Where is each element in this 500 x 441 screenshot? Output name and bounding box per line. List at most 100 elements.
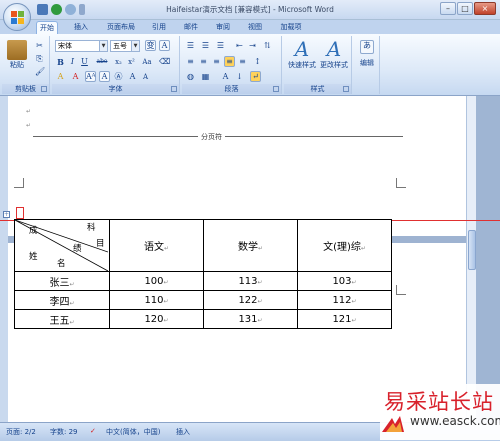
score-table[interactable]: 成 科 目 绩 姓 名 语文↵ 数学↵ 文(理)综↵ 张三↵ 100↵ 113↵… [14, 219, 392, 329]
bullets-icon[interactable]: ☰ [185, 40, 196, 51]
watermark: 易采站长站 www.easck.com [380, 384, 500, 440]
clear-format-icon[interactable]: ⌫ [158, 56, 170, 67]
score-cell[interactable]: 100↵ [109, 271, 204, 291]
header-cell[interactable]: 文(理)综↵ [297, 219, 392, 272]
chinese-layout-icon[interactable]: A [220, 71, 231, 82]
paragraph-mark: ↵ [26, 108, 32, 115]
score-cell[interactable]: 113↵ [203, 271, 298, 291]
tab-view[interactable]: 视图 [244, 21, 266, 34]
paragraph-launcher-icon[interactable] [273, 86, 279, 92]
tab-mailings[interactable]: 邮件 [180, 21, 202, 34]
font-size-combo[interactable]: 五号 ▼ [110, 40, 140, 52]
superscript-button[interactable]: x² [126, 56, 137, 67]
minimize-button[interactable]: – [440, 2, 456, 15]
page-1[interactable]: ↵ ↵ 分页符 [8, 96, 466, 236]
tab-addins[interactable]: 加载项 [276, 21, 306, 34]
close-button[interactable]: × [474, 2, 496, 15]
change-styles-icon: A [326, 37, 342, 61]
format-painter-icon[interactable]: 🖌 [34, 66, 45, 77]
shrink-font-button[interactable]: A [140, 71, 151, 82]
bold-button[interactable]: B [55, 56, 66, 67]
show-marks-icon[interactable]: ↵ [250, 71, 261, 82]
tab-page-layout[interactable]: 页面布局 [102, 21, 140, 34]
wen-icon[interactable]: 变 [145, 40, 156, 51]
multilevel-list-icon[interactable]: ☰ [215, 40, 226, 51]
editing-group: あ 编辑 [354, 36, 380, 94]
borders-icon[interactable]: ▦ [200, 71, 211, 82]
distributed-icon[interactable]: ≡ [237, 56, 248, 67]
cut-icon[interactable]: ✂ [34, 40, 45, 51]
grow-font-button[interactable]: A [127, 71, 138, 82]
italic-button[interactable]: I [67, 56, 78, 67]
tab-review[interactable]: 审阅 [212, 21, 234, 34]
clipboard-launcher-icon[interactable] [41, 86, 47, 92]
scrollbar-thumb[interactable] [468, 230, 476, 270]
table-move-handle-icon[interactable]: + [3, 211, 10, 218]
word-count[interactable]: 字数: 29 [50, 427, 78, 437]
font-name-combo[interactable]: 宋体 ▼ [55, 40, 108, 52]
chevron-down-icon[interactable]: ▼ [131, 41, 139, 51]
table-row: 张三↵ 100↵ 113↵ 103↵ [14, 271, 392, 291]
score-cell[interactable]: 131↵ [203, 309, 298, 329]
watermark-logo-icon [382, 416, 404, 432]
justify-icon[interactable]: ≡ [224, 56, 235, 67]
sort-az-icon[interactable]: ↓ [234, 71, 245, 82]
font-color-button[interactable]: A [70, 71, 81, 82]
score-cell[interactable]: 121↵ [297, 309, 392, 329]
shading-icon[interactable]: ◍ [185, 71, 196, 82]
tab-references[interactable]: 引用 [148, 21, 170, 34]
score-cell[interactable]: 110↵ [109, 290, 204, 310]
quick-styles-button[interactable]: A 快速样式 [286, 38, 318, 70]
score-cell[interactable]: 103↵ [297, 271, 392, 291]
name-cell[interactable]: 李四↵ [14, 290, 110, 310]
strikethrough-button[interactable]: abe [94, 56, 110, 67]
copy-icon[interactable]: ⎘ [34, 53, 45, 64]
edit-button[interactable]: あ 编辑 [356, 38, 378, 68]
score-cell[interactable]: 122↵ [203, 290, 298, 310]
subscript-button[interactable]: x₂ [113, 56, 124, 67]
styles-launcher-icon[interactable] [343, 86, 349, 92]
highlight-button[interactable]: A [55, 71, 66, 82]
increase-indent-icon[interactable]: ⇥ [247, 40, 258, 51]
font-name-value: 宋体 [58, 42, 72, 50]
diag-cheng: 成 [29, 226, 38, 236]
chevron-down-icon[interactable]: ▼ [99, 41, 107, 51]
language-indicator[interactable]: 中文(简体，中国) [106, 427, 160, 437]
diag-mu: 目 [96, 239, 105, 249]
char-border-icon[interactable]: A [159, 40, 170, 51]
align-right-icon[interactable]: ≡ [211, 56, 222, 67]
tab-home[interactable]: 开始 [36, 21, 58, 34]
change-styles-button[interactable]: A 更改样式 [318, 38, 350, 70]
font-launcher-icon[interactable] [171, 86, 177, 92]
insert-mode-indicator[interactable]: 插入 [176, 427, 190, 437]
decrease-indent-icon[interactable]: ⇤ [234, 40, 245, 51]
paragraph-mark: ↵ [257, 297, 263, 305]
score-cell[interactable]: 112↵ [297, 290, 392, 310]
char-border-button[interactable]: A [99, 71, 110, 82]
crop-mark [14, 178, 24, 188]
paragraph-group-label: 段落 [182, 84, 281, 94]
tab-insert[interactable]: 插入 [70, 21, 92, 34]
underline-button[interactable]: U [79, 56, 90, 67]
change-case-button[interactable]: Aa [140, 56, 154, 67]
page-count[interactable]: 页面: 2/2 [6, 427, 36, 437]
diag-xing: 姓 [29, 252, 38, 262]
name-cell[interactable]: 王五↵ [14, 309, 110, 329]
paste-button[interactable]: 粘贴 [6, 40, 28, 70]
maximize-button[interactable]: □ [457, 2, 473, 15]
sort-icon[interactable]: ⇅ [262, 40, 273, 51]
name-cell[interactable]: 张三↵ [14, 271, 110, 291]
header-cell[interactable]: 语文↵ [109, 219, 204, 272]
header-cell[interactable]: 数学↵ [203, 219, 298, 272]
align-left-icon[interactable]: ≡ [185, 56, 196, 67]
align-center-icon[interactable]: ≡ [198, 56, 209, 67]
proofing-icon[interactable]: ✓ [90, 427, 96, 435]
vertical-scrollbar[interactable] [466, 96, 476, 422]
line-spacing-icon[interactable]: ↕ [252, 56, 263, 67]
numbering-icon[interactable]: ☰ [200, 40, 211, 51]
char-shading-button[interactable]: Aᴬ [85, 71, 96, 82]
enclose-char-button[interactable]: Ⓐ [113, 71, 124, 82]
diagonal-header-cell[interactable]: 成 科 目 绩 姓 名 [14, 219, 110, 272]
score-cell[interactable]: 120↵ [109, 309, 204, 329]
office-button[interactable] [3, 3, 31, 31]
